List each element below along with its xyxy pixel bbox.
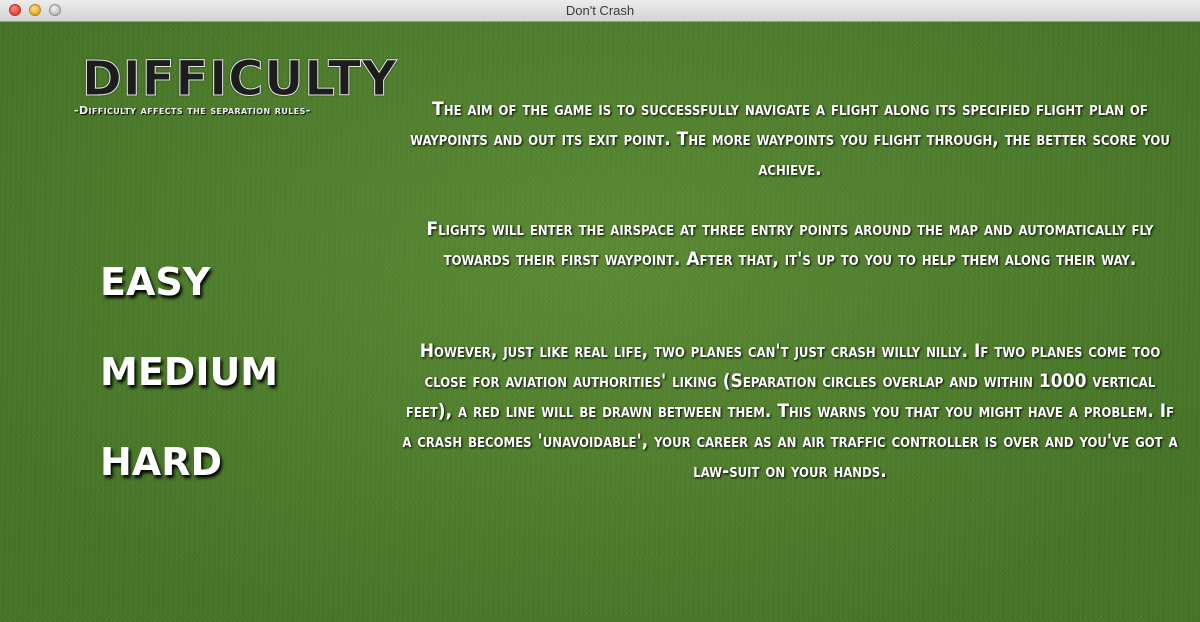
instructions-paragraph-1: The aim of the game is to successfully n…: [410, 98, 1170, 180]
hard-button[interactable]: HARD: [100, 443, 222, 481]
medium-button[interactable]: MEDIUM: [100, 353, 278, 391]
app-window: Don't Crash DIFFICULTY -Difficulty affec…: [0, 0, 1200, 622]
difficulty-logo: DIFFICULTY: [81, 51, 398, 107]
instructions-paragraph-3: However, just like real life, two planes…: [402, 340, 1178, 482]
easy-button[interactable]: EASY: [100, 263, 210, 301]
instructions-paragraph-2: Flights will enter the airspace at three…: [426, 218, 1154, 270]
difficulty-subtitle: -Difficulty affects the separation rules…: [74, 104, 311, 117]
title-bar: Don't Crash: [0, 0, 1200, 22]
window-title: Don't Crash: [565, 3, 635, 18]
